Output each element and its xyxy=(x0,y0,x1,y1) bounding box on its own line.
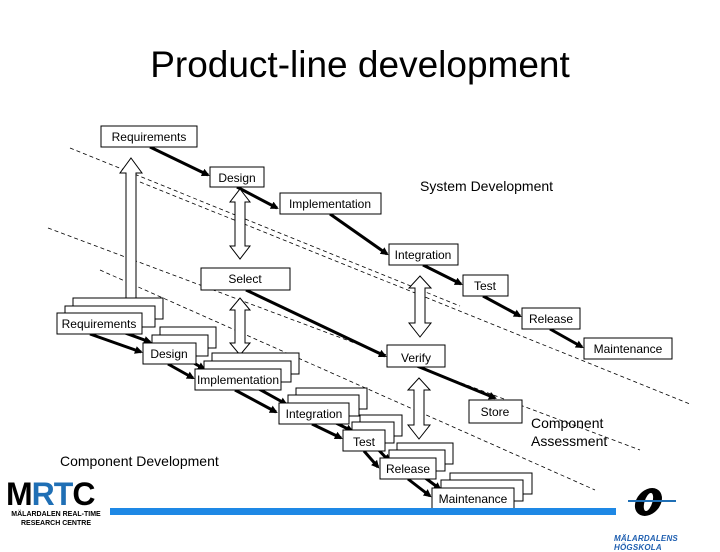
sys-step-requirements[interactable]: Requirements xyxy=(100,125,198,148)
component-development-lane: Requirements Design Implementation Integ… xyxy=(56,297,533,510)
accent-bar xyxy=(110,508,616,515)
mdh-wordmark: MÄLARDALENS HÖGSKOLA xyxy=(614,534,678,552)
mrtc-c: C xyxy=(72,476,95,512)
comp-step-design[interactable]: Design xyxy=(142,326,217,365)
sys-step-implementation[interactable]: Implementation xyxy=(279,192,382,215)
step-label: Test xyxy=(474,279,497,293)
component-assessment-label-line2: Assessment xyxy=(531,433,607,449)
step-label: Verify xyxy=(401,351,431,365)
mrtc-rt: RT xyxy=(31,476,74,512)
mdh-emblem-icon xyxy=(628,488,676,516)
step-label: Release xyxy=(386,462,430,476)
double-arrow-requirements xyxy=(119,157,143,319)
comp-step-maintenance[interactable]: Maintenance xyxy=(431,472,533,510)
step-label: Requirements xyxy=(112,130,187,144)
step-label: Maintenance xyxy=(594,342,663,356)
comp-step-test[interactable]: Test xyxy=(342,414,403,452)
system-development-label: System Development xyxy=(420,178,553,194)
mrtc-m: M xyxy=(6,476,33,512)
step-label: Implementation xyxy=(197,373,279,387)
double-arrow-integration-verify xyxy=(407,275,433,338)
process-diagram: Requirements Design Implementation Integ… xyxy=(47,125,691,510)
mdh-logo: MÄLARDALENS HÖGSKOLA xyxy=(610,485,720,552)
sys-step-release[interactable]: Release xyxy=(521,307,581,330)
step-label: Test xyxy=(353,435,376,449)
sys-step-integration[interactable]: Integration xyxy=(388,243,459,266)
step-label: Release xyxy=(529,312,573,326)
step-label: Integration xyxy=(286,407,343,421)
mrtc-subtitle-line2: RESEARCH CENTRE xyxy=(20,520,91,527)
sys-step-maintenance[interactable]: Maintenance xyxy=(583,337,673,360)
sys-step-design[interactable]: Design xyxy=(209,166,265,188)
sys-step-test[interactable]: Test xyxy=(462,274,509,297)
assess-step-verify[interactable]: Verify xyxy=(386,344,446,368)
comp-step-integration[interactable]: Integration xyxy=(278,387,368,425)
step-label: Store xyxy=(481,405,510,419)
double-arrow-design-select xyxy=(228,188,252,260)
double-arrow-verify-test xyxy=(406,377,432,440)
component-development-label: Component Development xyxy=(60,453,219,469)
comp-step-requirements[interactable]: Requirements xyxy=(56,297,164,335)
step-label: Design xyxy=(150,347,187,361)
double-arrow-select-implementation xyxy=(228,297,252,356)
comp-step-release[interactable]: Release xyxy=(379,442,454,480)
step-label: Integration xyxy=(395,248,452,262)
system-development-lane: Requirements Design Implementation Integ… xyxy=(100,125,673,360)
step-label: Implementation xyxy=(289,197,371,211)
step-label: Design xyxy=(218,171,255,185)
component-assessment-label-line1: Component xyxy=(531,415,603,431)
step-label: Maintenance xyxy=(439,492,508,506)
mrtc-wordmark: MRTC xyxy=(6,478,106,510)
mrtc-subtitle-line1: MÄLARDALEN REAL-TIME xyxy=(11,511,101,518)
assess-step-select[interactable]: Select xyxy=(200,267,291,291)
mrtc-logo: MRTC MÄLARDALEN REAL-TIME RESEARCH CENTR… xyxy=(6,478,106,528)
step-label: Select xyxy=(228,272,262,286)
step-label: Requirements xyxy=(62,317,137,331)
assess-step-store[interactable]: Store xyxy=(468,399,523,424)
comp-step-implementation[interactable]: Implementation xyxy=(194,352,300,391)
